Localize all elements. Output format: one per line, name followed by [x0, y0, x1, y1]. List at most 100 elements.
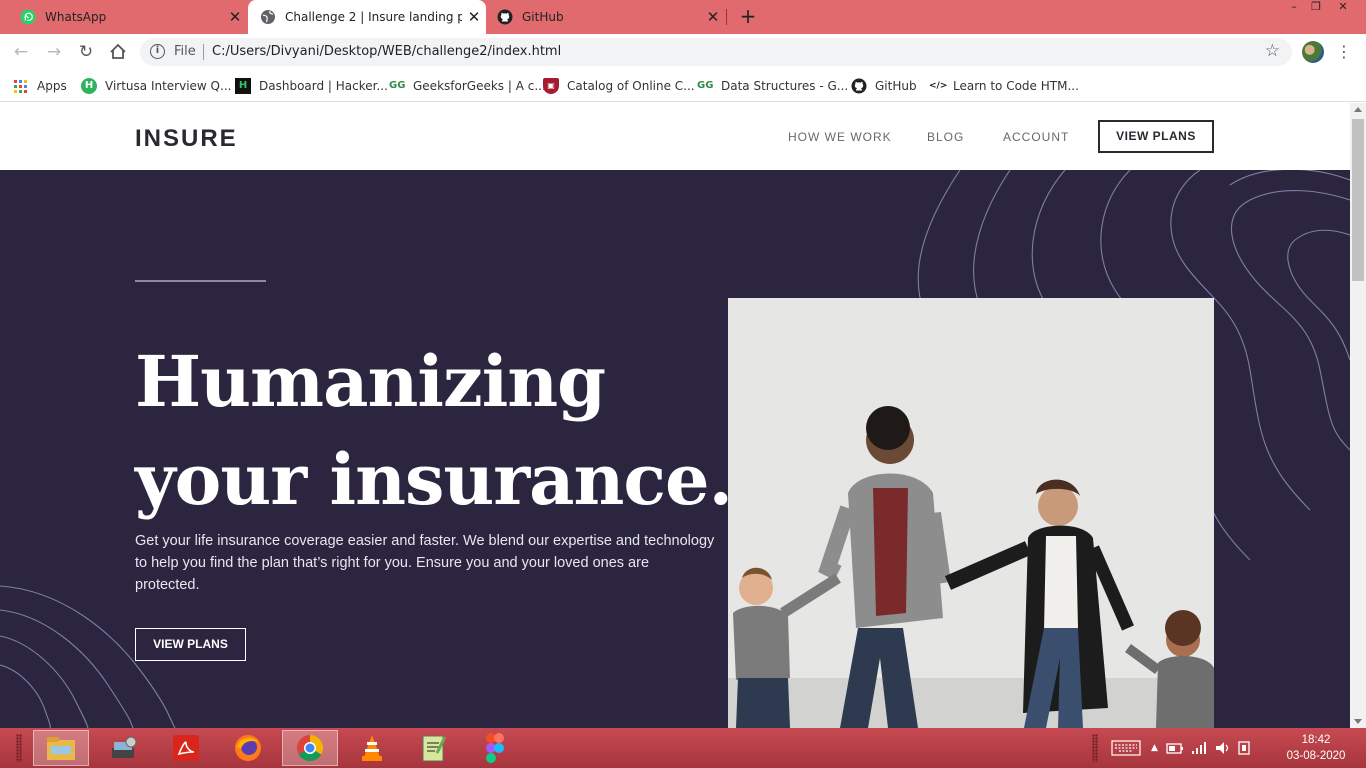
minimize-icon[interactable]: – — [1283, 0, 1305, 14]
bookmark-github[interactable]: GitHub — [851, 77, 917, 95]
geeksforgeeks-icon: GG — [697, 80, 714, 91]
bookmark-label: Dashboard | Hacker... — [259, 79, 388, 93]
geeksforgeeks-icon: GG — [389, 80, 406, 91]
browser-menu-icon[interactable]: ⋮ — [1336, 41, 1352, 63]
nav-view-plans-button[interactable]: VIEW PLANS — [1098, 120, 1214, 153]
bookmark-virtusa[interactable]: H Virtusa Interview Q... — [81, 77, 231, 95]
bookmark-learn-html[interactable]: </> Learn to Code HTM... — [929, 77, 1079, 95]
browser-toolbar: ← → ↻ i File C:/Users/Divyani/Desktop/WE… — [0, 34, 1366, 70]
battery-icon[interactable] — [1166, 740, 1184, 756]
page-viewport: INSURE HOW WE WORK BLOG ACCOUNT VIEW PLA… — [0, 103, 1350, 728]
figma-icon — [486, 733, 504, 763]
bookmark-star-icon[interactable]: ☆ — [1265, 41, 1280, 61]
bookmark-label: Virtusa Interview Q... — [105, 79, 232, 93]
globe-icon — [261, 10, 275, 24]
nav-how-we-work[interactable]: HOW WE WORK — [788, 130, 892, 144]
scrollbar-thumb[interactable] — [1352, 119, 1364, 281]
family-walking-photo — [728, 298, 1214, 728]
back-icon[interactable]: ← — [10, 41, 32, 63]
browser-tabstrip: WhatsApp ✕ Challenge 2 | Insure landing … — [0, 0, 1366, 34]
nav-blog[interactable]: BLOG — [927, 130, 964, 144]
vlc-icon — [362, 735, 382, 761]
taskbar-figma[interactable] — [467, 730, 523, 766]
acrobat-icon — [173, 735, 199, 761]
bookmark-harvard-catalog[interactable]: ▣ Catalog of Online C... — [543, 77, 695, 95]
action-center-icon[interactable] — [1236, 740, 1252, 756]
volume-icon[interactable] — [1214, 740, 1232, 756]
site-logo[interactable]: INSURE — [135, 125, 238, 153]
tab-github[interactable]: GitHub ✕ — [487, 0, 725, 34]
reload-icon[interactable]: ↻ — [75, 41, 97, 63]
bookmark-hackerrank[interactable]: H Dashboard | Hacker... — [235, 77, 388, 95]
show-hidden-icons-icon[interactable]: ▲ — [1151, 743, 1158, 753]
nav-account[interactable]: ACCOUNT — [1003, 130, 1069, 144]
hero-view-plans-button[interactable]: VIEW PLANS — [135, 628, 246, 661]
url-text[interactable]: C:/Users/Divyani/Desktop/WEB/challenge2/… — [212, 44, 561, 59]
profile-avatar[interactable] — [1302, 41, 1324, 63]
taskbar-chrome[interactable] — [282, 730, 338, 766]
bookmark-geeksforgeeks[interactable]: GG GeeksforGeeks | A c... — [389, 77, 546, 95]
code-icon: </> — [929, 81, 948, 91]
system-tray: ▲ — [1111, 728, 1252, 768]
tab-separator — [726, 9, 727, 25]
bookmark-label: Catalog of Online C... — [567, 79, 695, 93]
file-explorer-icon — [47, 737, 75, 760]
info-icon[interactable]: i — [150, 44, 165, 59]
clock-date: 03-08-2020 — [1286, 750, 1346, 762]
taskbar-acrobat[interactable] — [158, 730, 214, 766]
scroll-up-icon[interactable] — [1354, 107, 1362, 112]
apps-grid-icon — [14, 79, 27, 93]
hero-section: Humanizing your insurance. Get your life… — [0, 170, 1350, 728]
tab-title: WhatsApp — [45, 10, 107, 24]
close-tab-icon[interactable]: ✕ — [701, 8, 725, 26]
keyboard-icon[interactable] — [1111, 740, 1141, 756]
taskbar-file-explorer[interactable] — [33, 730, 89, 766]
forward-icon[interactable]: → — [43, 41, 65, 63]
site-header: INSURE HOW WE WORK BLOG ACCOUNT VIEW PLA… — [0, 103, 1350, 170]
bookmark-label: Learn to Code HTM... — [953, 79, 1079, 93]
harvard-icon: ▣ — [543, 78, 559, 94]
bookmark-label: GeeksforGeeks | A c... — [413, 79, 546, 93]
github-icon — [851, 78, 867, 94]
new-tab-button[interactable]: + — [736, 4, 760, 28]
restore-icon[interactable]: ❐ — [1305, 0, 1327, 14]
close-tab-icon[interactable]: ✕ — [462, 8, 486, 26]
close-window-icon[interactable]: ✕ — [1332, 0, 1354, 14]
windows-taskbar: ▲ 18:42 03-08-2020 — [0, 728, 1366, 768]
scroll-down-icon[interactable] — [1354, 719, 1362, 724]
omnibox-divider — [203, 44, 204, 60]
taskbar-clock[interactable]: 18:42 03-08-2020 — [1286, 732, 1346, 764]
taskbar-vlc[interactable] — [344, 730, 400, 766]
taskbar-notepad-plus[interactable] — [405, 730, 461, 766]
taskbar-control-panel[interactable] — [96, 730, 152, 766]
bookmark-label: GitHub — [875, 79, 917, 93]
page-scrollbar[interactable] — [1350, 103, 1366, 728]
close-tab-icon[interactable]: ✕ — [223, 8, 247, 26]
bookmark-label: Data Structures - G... — [721, 79, 849, 93]
hero-accent-line — [135, 280, 266, 282]
hackerearth-icon: H — [81, 78, 97, 94]
hero-title-line1: Humanizing — [135, 340, 606, 423]
tab-insure-landing[interactable]: Challenge 2 | Insure landing page ✕ — [248, 0, 486, 34]
hero-description: Get your life insurance coverage easier … — [135, 533, 715, 593]
tab-title: GitHub — [522, 10, 564, 24]
taskbar-grip — [16, 734, 22, 762]
hero-image — [728, 298, 1214, 728]
signal-icon[interactable] — [1190, 740, 1208, 756]
home-icon[interactable] — [107, 41, 129, 63]
tab-whatsapp[interactable]: WhatsApp ✕ — [0, 0, 247, 34]
taskbar-firefox[interactable] — [220, 730, 276, 766]
firefox-icon — [235, 735, 261, 761]
chrome-icon — [297, 734, 324, 762]
hackerrank-icon: H — [235, 78, 251, 94]
whatsapp-icon — [20, 9, 36, 25]
bookmark-apps[interactable]: Apps — [14, 77, 67, 95]
control-panel-icon — [112, 736, 137, 758]
bookmark-data-structures[interactable]: GG Data Structures - G... — [697, 77, 848, 95]
tab-title: Challenge 2 | Insure landing page — [285, 10, 462, 24]
bookmark-label: Apps — [37, 79, 67, 93]
tray-grip — [1092, 734, 1098, 762]
address-bar[interactable]: i File C:/Users/Divyani/Desktop/WEB/chal… — [140, 38, 1292, 66]
hero-title-line2: your insurance. — [135, 438, 733, 521]
hero-title: Humanizing your insurance. — [135, 333, 755, 529]
